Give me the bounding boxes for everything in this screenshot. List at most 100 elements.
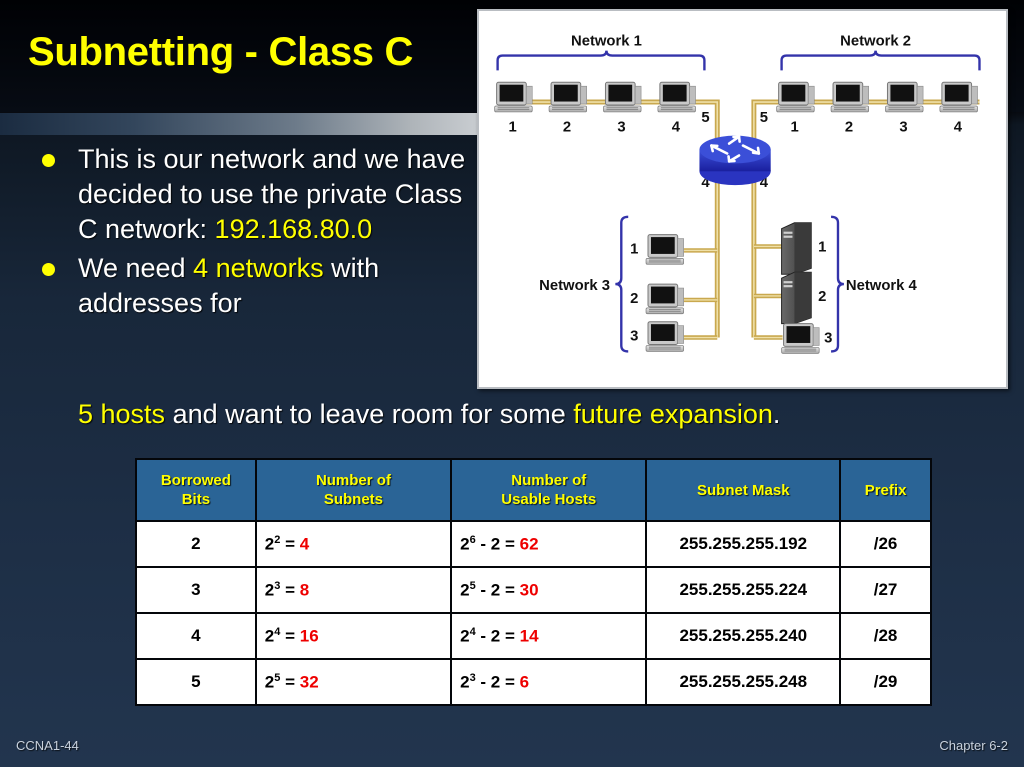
header-line: Number of: [511, 472, 587, 489]
trailing-seg-2: and want to leave room for some: [165, 399, 574, 429]
svg-text:4: 4: [672, 120, 681, 136]
slide-canvas: Subnetting - Class C This is our network…: [0, 0, 1024, 767]
cell-number-of-subnets: 22 = 4: [254, 520, 453, 568]
base: 2: [264, 672, 275, 692]
cell-prefix: /26: [839, 520, 932, 568]
base: 2: [264, 580, 275, 600]
cell-borrowed-bits: 5: [135, 658, 257, 706]
bullet-dot-icon: [42, 263, 55, 276]
svg-text:3: 3: [824, 330, 832, 346]
cell-subnet-mask: 255.255.255.192: [645, 520, 842, 568]
trailing-seg-1: 5 hosts: [78, 399, 166, 429]
result: 6: [519, 672, 530, 692]
header-line: Number of: [315, 472, 391, 489]
result: 62: [519, 534, 539, 554]
svg-text:1: 1: [818, 239, 826, 255]
cell-number-of-subnets: 23 = 8: [254, 566, 453, 614]
svg-text:Network 3: Network 3: [539, 278, 610, 294]
result: 4: [299, 534, 310, 554]
bullet-text: We need 4 networks with addresses for: [78, 251, 478, 321]
operator: =: [280, 580, 300, 600]
table-row: 3 23 = 8 25 - 2 = 30 255.255.255.224 /27: [135, 566, 932, 614]
header-line: Subnet Mask: [697, 481, 790, 499]
list-item: We need 4 networks with addresses for: [0, 251, 478, 321]
base: 2: [264, 626, 275, 646]
table-row: 5 25 = 32 23 - 2 = 6 255.255.255.248 /29: [135, 658, 932, 706]
column-header-borrowed-bits: Borrowed Bits: [135, 458, 257, 522]
header-line: Borrowed: [160, 472, 231, 489]
operator: - 2 =: [475, 672, 520, 692]
result: 30: [519, 580, 539, 600]
base: 2: [460, 672, 470, 692]
column-header-prefix: Prefix: [839, 458, 932, 522]
cell-prefix: /29: [839, 658, 932, 706]
router-icon: [699, 135, 771, 186]
title-divider-bar: [0, 113, 478, 135]
svg-text:3: 3: [617, 120, 625, 136]
table-header-row: Borrowed Bits Number of Subnets Number o…: [135, 458, 932, 522]
svg-text:2: 2: [818, 289, 826, 305]
bullet-2-segment-0: We need: [78, 253, 194, 283]
svg-text:5: 5: [760, 110, 768, 126]
table-row: 2 22 = 4 26 - 2 = 62 255.255.255.192 /26: [135, 520, 932, 568]
operator: - 2 =: [475, 626, 520, 646]
result: 14: [519, 626, 539, 646]
result: 16: [299, 626, 319, 646]
cell-prefix: /28: [839, 612, 932, 660]
cell-number-of-subnets: 25 = 32: [254, 658, 453, 706]
table-row: 4 24 = 16 24 - 2 = 14 255.255.255.240 /2…: [135, 612, 932, 660]
cell-number-of-subnets: 24 = 16: [254, 612, 453, 660]
svg-text:Network 4: Network 4: [846, 278, 918, 294]
subnet-reference-table: Borrowed Bits Number of Subnets Number o…: [135, 458, 932, 706]
column-header-subnet-mask: Subnet Mask: [645, 458, 842, 522]
result: 8: [299, 580, 310, 600]
network-diagram-svg: Network 1 1 2 3 4 Network 2 1 2 3 4 5 5 …: [479, 11, 1006, 387]
trailing-seg-4: .: [772, 399, 781, 429]
result: 32: [299, 672, 319, 692]
cell-borrowed-bits: 3: [135, 566, 257, 614]
cell-subnet-mask: 255.255.255.248: [645, 658, 842, 706]
svg-text:2: 2: [630, 291, 638, 307]
header-line: Usable Hosts: [501, 491, 597, 508]
operator: - 2 =: [475, 534, 520, 554]
cell-usable-hosts: 26 - 2 = 62: [450, 520, 648, 568]
trailing-sentence: 5 hosts and want to leave room for some …: [78, 398, 1018, 431]
svg-text:Network 1: Network 1: [571, 34, 642, 50]
base: 2: [460, 534, 470, 554]
bullet-dot-icon: [42, 154, 55, 167]
cell-borrowed-bits: 4: [135, 612, 257, 660]
svg-text:5: 5: [701, 110, 709, 126]
base: 2: [264, 534, 275, 554]
bullet-text: This is our network and we have decided …: [78, 142, 478, 247]
bullet-2-segment-1: 4 networks: [193, 253, 324, 283]
trailing-seg-3: future expansion: [573, 399, 773, 429]
operator: - 2 =: [475, 580, 520, 600]
column-header-number-of-subnets: Number of Subnets: [254, 458, 453, 522]
header-line: Prefix: [864, 481, 907, 499]
operator: =: [280, 626, 300, 646]
cell-usable-hosts: 25 - 2 = 30: [450, 566, 648, 614]
network-topology-diagram: Network 1 1 2 3 4 Network 2 1 2 3 4 5 5 …: [477, 9, 1008, 389]
svg-text:Network 2: Network 2: [840, 34, 911, 50]
header-line: Bits: [181, 491, 211, 508]
base: 2: [460, 580, 470, 600]
footer-course-code: CCNA1-44: [16, 738, 79, 753]
operator: =: [280, 534, 300, 554]
svg-text:3: 3: [899, 120, 907, 136]
page-title: Subnetting - Class C: [28, 30, 414, 74]
svg-text:4: 4: [954, 120, 963, 136]
base: 2: [460, 626, 470, 646]
bullet-list: This is our network and we have decided …: [0, 142, 478, 325]
cell-usable-hosts: 23 - 2 = 6: [450, 658, 648, 706]
operator: =: [280, 672, 300, 692]
cell-prefix: /27: [839, 566, 932, 614]
svg-text:1: 1: [508, 120, 516, 136]
column-header-number-of-usable-hosts: Number of Usable Hosts: [450, 458, 648, 522]
svg-text:2: 2: [845, 120, 853, 136]
list-item: This is our network and we have decided …: [0, 142, 478, 247]
cell-usable-hosts: 24 - 2 = 14: [450, 612, 648, 660]
cell-subnet-mask: 255.255.255.224: [645, 566, 842, 614]
cell-subnet-mask: 255.255.255.240: [645, 612, 842, 660]
svg-text:1: 1: [630, 241, 638, 257]
svg-text:1: 1: [790, 120, 798, 136]
